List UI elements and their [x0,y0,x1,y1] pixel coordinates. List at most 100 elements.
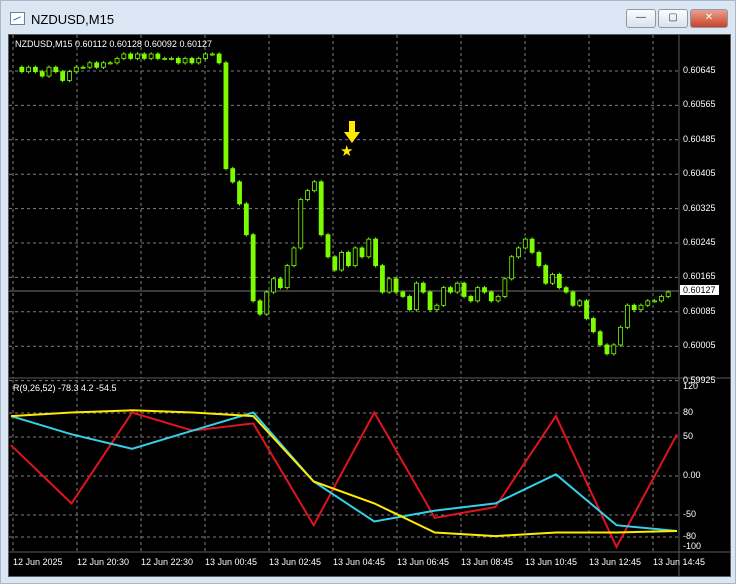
candle-body [257,300,263,315]
candle-body [325,234,331,258]
candle-body [611,344,617,355]
candle-body [522,238,528,249]
indicator-axis-label: 0.00 [683,470,701,480]
window-title: NZDUSD,M15 [31,12,115,27]
candle-body [237,181,242,205]
indicator-axis-label: -50 [683,509,697,519]
candle-body [529,238,535,253]
candle-body [196,58,202,64]
candle-body [243,203,249,236]
chart-area[interactable]: ★ NZDUSD,M15 0.60112 0.60128 0.60092 0.6… [8,34,731,577]
candle-body [414,282,419,311]
price-axis-label: 0.60165 [683,271,716,282]
candle-body [645,300,651,306]
candle-body [175,58,181,64]
candle-body [60,71,66,81]
maximize-button[interactable]: ▢ [658,9,688,28]
candle-body [101,62,106,68]
time-axis-label: 12 Jun 20:30 [77,557,130,567]
candle-body [584,300,589,319]
candle-body [216,53,222,64]
candle-body [169,58,174,60]
terminal-window: NZDUSD,M15 — ▢ ✕ ★ NZDUSD,M15 0.60112 0.… [0,0,736,584]
candle-body [658,296,664,302]
candle-body [441,287,447,306]
candle-body [203,53,208,59]
candle-body [148,53,154,59]
candle-body [597,331,603,346]
candle-body [19,66,25,73]
candle-body [73,66,79,73]
candle-body [400,291,406,297]
price-axis-label: 0.60405 [683,168,716,179]
candle-body [536,251,542,266]
series-line-9 [10,410,678,550]
close-button[interactable]: ✕ [690,9,728,28]
candle-body [46,66,52,77]
candle-body [162,58,168,60]
candle-body [624,304,630,328]
candle-body [359,247,365,258]
candle-body [141,53,147,59]
candle-body [516,247,521,258]
series-line-52 [10,409,678,538]
price-axis-label: 0.60085 [683,305,716,316]
candle-body [298,199,304,249]
candle-body [495,296,501,302]
candle-body [550,274,555,284]
candle-body [94,62,100,68]
candle-body [128,53,134,59]
candle-body [509,256,515,280]
indicator-axis-label: 120 [683,381,699,391]
candle-body [366,238,372,258]
candle-body [230,168,236,183]
indicator-axis-label: -100 [683,541,702,551]
candle-body [284,265,290,289]
title-bar[interactable]: NZDUSD,M15 — ▢ ✕ [1,1,735,35]
candle-body [250,234,256,302]
candle-body [311,181,317,192]
series-line-26 [10,411,678,532]
candle-body [87,62,93,68]
candle-body [291,247,297,266]
candle-body [33,66,38,73]
candle-body [448,287,453,293]
candle-body [305,190,310,200]
candle-body [332,256,338,271]
price-chart[interactable]: ★ [9,35,730,576]
candle-body [420,282,426,293]
candle-body [80,66,86,69]
candle-body [638,304,644,311]
price-axis-label: 0.60245 [683,237,716,247]
candle-body [631,304,637,311]
candle-body [590,318,596,333]
indicator-header: R(9,26,52) -78.3 4.2 -54.5 [13,383,117,393]
candle-body [67,71,72,81]
candle-body [502,278,508,297]
candle-body [577,300,583,306]
chart-window-icon [10,12,25,25]
time-axis-label: 12 Jun 2025 [13,557,63,567]
candle-body [223,62,229,170]
candle-body [454,282,460,293]
candle-body [352,247,358,266]
chart-header: NZDUSD,M15 0.60112 0.60128 0.60092 0.601… [15,39,212,49]
indicator-axis-label: -80 [683,531,697,541]
candle-body [618,326,623,346]
time-axis-label: 13 Jun 02:45 [269,557,322,567]
candle-body [407,296,413,311]
minimize-button[interactable]: — [626,9,656,28]
time-axis-label: 13 Jun 14:45 [653,557,706,567]
candle-body [39,71,45,77]
candle-body [482,287,487,293]
candle-body [393,278,399,293]
time-axis-label: 13 Jun 04:45 [333,557,386,567]
price-axis-label: 0.60645 [683,65,716,75]
candle-body [107,62,113,65]
time-axis-label: 13 Jun 06:45 [397,557,450,567]
candle-body [563,287,569,293]
candle-body [556,274,562,289]
candle-body [346,251,351,266]
time-axis-label: 13 Jun 12:45 [589,557,642,567]
indicator-axis-label: 80 [683,407,694,417]
